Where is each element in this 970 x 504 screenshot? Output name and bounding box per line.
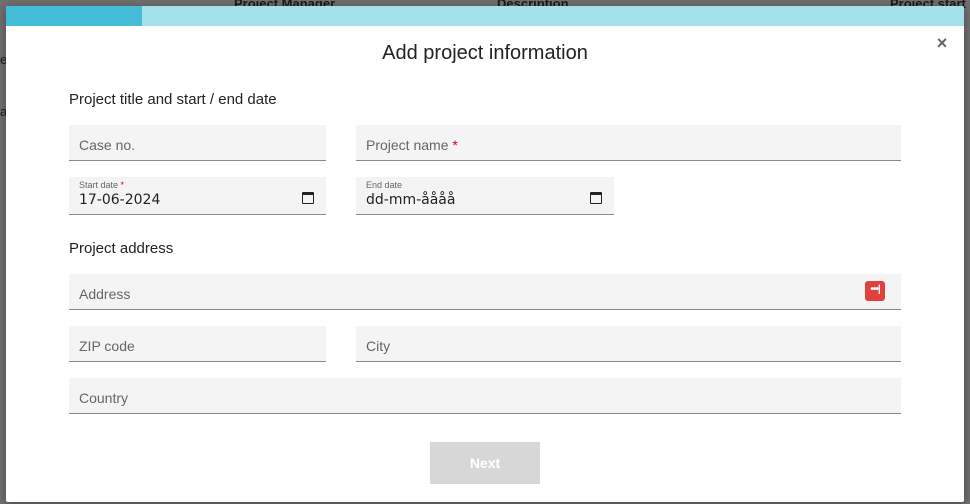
calendar-icon[interactable] [590, 192, 602, 204]
end-date-label: End date [366, 180, 403, 190]
progress-fill [6, 6, 143, 26]
country-placeholder: Country [79, 390, 129, 406]
start-date-value: 17-06-2024 [79, 192, 161, 208]
password-manager-icon[interactable]: •••| [865, 281, 885, 301]
project-name-placeholder: Project name * [366, 137, 458, 153]
start-date-label: Start date * [79, 180, 125, 190]
next-button[interactable]: Next [430, 442, 540, 484]
case-no-field[interactable]: Case no. [69, 125, 326, 161]
close-button[interactable]: × [934, 33, 950, 53]
section-title-project: Project title and start / end date [69, 91, 277, 108]
city-field[interactable]: City [356, 326, 901, 362]
project-name-field[interactable]: Project name * [356, 125, 901, 161]
city-placeholder: City [366, 338, 391, 354]
required-mark: * [452, 137, 458, 153]
country-field[interactable]: Country [69, 378, 901, 414]
required-mark: * [120, 180, 125, 190]
close-icon: × [936, 33, 948, 53]
dialog-title: Add project information [382, 42, 588, 64]
calendar-icon[interactable] [302, 192, 314, 204]
end-date-field[interactable]: End date dd-mm-åååå [356, 177, 614, 215]
zip-code-field[interactable]: ZIP code [69, 326, 326, 362]
section-title-address: Project address [69, 240, 174, 257]
zip-code-placeholder: ZIP code [79, 338, 135, 354]
case-no-placeholder: Case no. [79, 137, 136, 153]
add-project-dialog: Add project information × Project title … [6, 6, 964, 502]
end-date-value: dd-mm-åååå [366, 192, 456, 208]
address-field[interactable]: Address •••| [69, 274, 901, 310]
start-date-field[interactable]: Start date * 17-06-2024 [69, 177, 326, 215]
progress-bar [6, 6, 964, 26]
address-placeholder: Address [79, 286, 131, 302]
